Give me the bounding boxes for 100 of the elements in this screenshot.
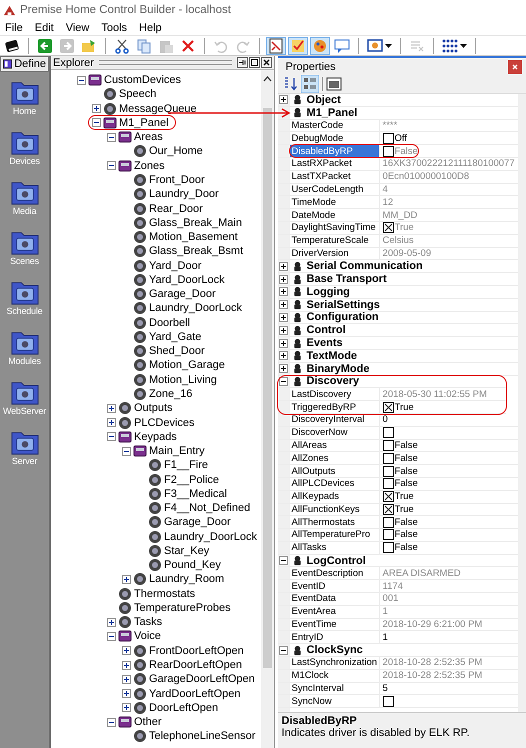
maximize-icon[interactable] bbox=[248, 57, 260, 68]
property-name[interactable]: AllFunctionKeys bbox=[290, 504, 380, 516]
checkbox[interactable] bbox=[382, 427, 394, 438]
tree-item[interactable]: Speech bbox=[119, 88, 156, 100]
tree-item[interactable]: Motion_Garage bbox=[149, 359, 225, 372]
property-name[interactable]: DaylightSavingTime bbox=[290, 222, 380, 234]
expand-toggle[interactable] bbox=[279, 351, 288, 360]
tree-item[interactable]: Garage_Door bbox=[164, 516, 231, 528]
tree-item[interactable]: Laundry_DoorLock bbox=[149, 302, 242, 314]
tree-item[interactable]: Glass_Break_Main bbox=[149, 216, 242, 229]
property-name[interactable]: EventDescription bbox=[290, 567, 380, 580]
expand-toggle[interactable] bbox=[279, 376, 288, 386]
category-heading[interactable]: M1_Panel bbox=[306, 106, 358, 119]
expand-toggle[interactable] bbox=[122, 689, 131, 698]
expand-toggle[interactable] bbox=[107, 618, 116, 627]
tree-item[interactable]: MessageQueue bbox=[119, 102, 197, 115]
tree-item[interactable]: Garage_Door bbox=[149, 288, 216, 300]
expand-toggle[interactable] bbox=[279, 326, 288, 335]
tree-item[interactable]: Yard_DoorLock bbox=[149, 274, 225, 286]
tree-item[interactable]: Outputs bbox=[134, 402, 173, 414]
tree-item[interactable]: Zones bbox=[134, 160, 165, 172]
checkbox[interactable] bbox=[382, 132, 394, 144]
tree-item[interactable]: F2__Police bbox=[164, 474, 220, 486]
expand-toggle[interactable] bbox=[107, 132, 116, 142]
checkbox[interactable] bbox=[382, 146, 394, 157]
property-name[interactable]: AllThermostats bbox=[290, 516, 380, 528]
scrollbar[interactable] bbox=[260, 70, 274, 748]
expand-toggle[interactable] bbox=[279, 300, 288, 310]
property-name[interactable]: EventTime bbox=[290, 618, 380, 630]
property-name[interactable]: LastSynchronization bbox=[290, 657, 380, 669]
property-name[interactable]: SyncInterval bbox=[290, 682, 380, 694]
tree-item[interactable]: Laundry_Room bbox=[149, 573, 224, 586]
checkbox[interactable] bbox=[382, 516, 394, 528]
tree-item[interactable]: M1_Panel bbox=[119, 116, 169, 129]
tree-item[interactable]: Voice bbox=[134, 630, 161, 642]
tree-item[interactable]: Front_Door bbox=[149, 174, 205, 186]
property-name[interactable]: DiscoverNow bbox=[290, 426, 380, 439]
checkbox[interactable] bbox=[382, 466, 394, 476]
category-heading[interactable]: Object bbox=[306, 94, 341, 106]
checkbox[interactable] bbox=[382, 696, 394, 707]
property-name[interactable]: AllPLCDevices bbox=[290, 478, 380, 490]
categorized-icon[interactable] bbox=[300, 75, 319, 93]
property-name[interactable]: DateMode bbox=[290, 209, 380, 221]
tree-item[interactable]: Glass_Break_Bsmt bbox=[149, 245, 244, 258]
expand-toggle[interactable] bbox=[279, 556, 288, 566]
property-name[interactable]: TemperatureScale bbox=[290, 234, 380, 247]
category-heading[interactable]: BinaryMode bbox=[306, 362, 370, 375]
category-heading[interactable]: Logging bbox=[306, 286, 350, 298]
tree-item[interactable]: F3__Medical bbox=[164, 488, 227, 500]
checkbox[interactable] bbox=[382, 222, 394, 234]
toolbar-button[interactable] bbox=[266, 36, 286, 54]
property-name[interactable]: LastTXPacket bbox=[290, 170, 380, 183]
property-name[interactable]: TimeMode bbox=[290, 196, 380, 208]
property-name[interactable]: DiscoveryInterval bbox=[290, 414, 380, 426]
property-name[interactable]: AllOutputs bbox=[290, 465, 380, 477]
define-tab[interactable]: Define bbox=[0, 56, 49, 72]
expand-toggle[interactable] bbox=[279, 274, 288, 284]
tree-item[interactable]: Keypads bbox=[134, 430, 177, 443]
tree-item[interactable]: Motion_Living bbox=[149, 374, 217, 386]
checkbox[interactable] bbox=[382, 402, 394, 413]
tree-item[interactable]: Other bbox=[134, 716, 162, 728]
property-name[interactable]: LastRXPacket bbox=[290, 158, 380, 170]
category-heading[interactable]: ClockSync bbox=[306, 644, 363, 656]
dropdown-button[interactable] bbox=[365, 36, 394, 54]
menu-item[interactable]: File bbox=[5, 22, 23, 34]
checkbox[interactable] bbox=[382, 491, 394, 502]
expand-toggle[interactable] bbox=[279, 364, 288, 374]
category-heading[interactable]: TextMode bbox=[306, 350, 358, 362]
expand-toggle[interactable] bbox=[122, 574, 131, 584]
expand-toggle[interactable] bbox=[107, 161, 116, 170]
expand-toggle[interactable] bbox=[107, 632, 116, 641]
tree-item[interactable]: Thermostats bbox=[134, 588, 196, 600]
expand-toggle[interactable] bbox=[122, 446, 131, 456]
property-name[interactable]: M1Clock bbox=[290, 670, 380, 682]
menu-item[interactable]: Help bbox=[139, 22, 162, 34]
tree-item[interactable]: Yard_Gate bbox=[149, 330, 202, 343]
tree-item[interactable]: RearDoorLeftOpen bbox=[149, 659, 242, 672]
menu-item[interactable]: Edit bbox=[34, 22, 54, 34]
tree-item[interactable]: Doorbell bbox=[149, 316, 190, 329]
tree-item[interactable]: Laundry_DoorLock bbox=[164, 530, 257, 543]
expand-toggle[interactable] bbox=[279, 646, 288, 655]
expand-toggle[interactable] bbox=[122, 674, 131, 684]
expand-toggle[interactable] bbox=[279, 95, 288, 104]
category-heading[interactable]: Control bbox=[306, 324, 346, 336]
tree-item[interactable]: Tasks bbox=[134, 616, 162, 628]
menu-item[interactable]: Tools bbox=[101, 22, 128, 34]
expand-toggle[interactable] bbox=[122, 703, 131, 712]
property-name[interactable]: AllTemperaturePro bbox=[290, 529, 380, 541]
tree-item[interactable]: TelephoneLineSensor bbox=[149, 730, 256, 742]
property-name[interactable]: AllTasks bbox=[290, 542, 380, 554]
category-heading[interactable]: Configuration bbox=[306, 311, 379, 324]
property-name[interactable]: DriverVersion bbox=[290, 248, 380, 260]
property-name[interactable]: TriggeredByRP bbox=[290, 401, 380, 413]
tree-item[interactable]: Yard_Door bbox=[149, 260, 202, 272]
category-heading[interactable]: LogControl bbox=[306, 554, 366, 567]
tree-item[interactable]: F4__Not_Defined bbox=[164, 502, 250, 514]
property-pages-icon[interactable] bbox=[326, 76, 342, 92]
expand-toggle[interactable] bbox=[77, 76, 86, 85]
expand-toggle[interactable] bbox=[107, 432, 116, 442]
property-name[interactable]: EventData bbox=[290, 593, 380, 605]
